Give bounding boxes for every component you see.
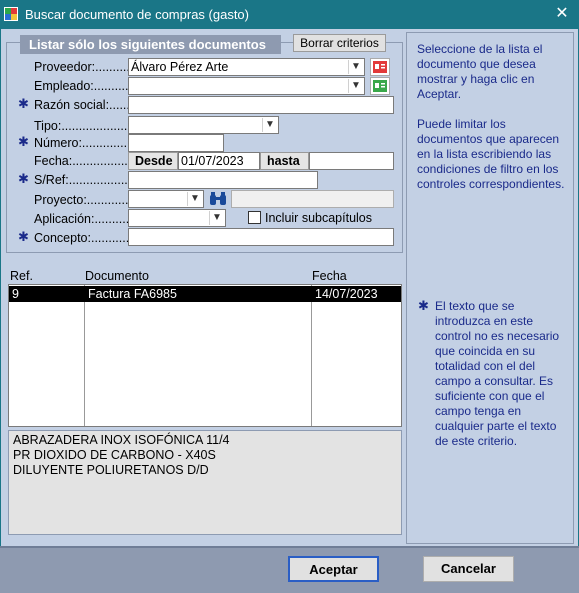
help-text-partial-match: El texto que se introduzca en este contr… — [435, 299, 560, 448]
app-icon — [4, 7, 18, 21]
chevron-down-icon[interactable]: ▼ — [262, 118, 277, 132]
proyecto-label: Proyecto:.................. — [34, 193, 128, 207]
empleado-label: Empleado:............. — [34, 79, 128, 93]
help-text-select: Seleccione de la lista el documento que … — [417, 42, 543, 101]
empleado-combo[interactable]: ▼ — [128, 77, 365, 95]
row-fecha: 14/07/2023 — [315, 287, 378, 301]
column-header-documento[interactable]: Documento — [85, 269, 149, 284]
include-subchapters-checkbox[interactable] — [248, 211, 261, 224]
title-bar: Buscar documento de compras (gasto) ✕ — [0, 0, 579, 29]
row-documento: Factura FA6985 — [88, 287, 177, 301]
contact-card-icon — [373, 80, 387, 92]
clear-criteria-button[interactable]: Borrar criterios — [293, 34, 386, 52]
table-row[interactable]: 9 Factura FA6985 14/07/2023 — [9, 286, 401, 302]
close-button[interactable]: ✕ — [549, 2, 575, 26]
proveedor-card-button[interactable] — [370, 58, 390, 76]
aplicacion-combo[interactable]: ▼ — [128, 209, 226, 227]
fecha-desde-tag: Desde — [128, 152, 178, 170]
proyecto-description — [231, 190, 394, 208]
razon-social-input[interactable] — [128, 96, 394, 114]
column-header-ref[interactable]: Ref. — [10, 269, 33, 284]
required-marker-icon: ✱ — [418, 298, 429, 313]
binoculars-icon — [210, 192, 226, 205]
accept-button[interactable]: Aceptar — [288, 556, 379, 582]
detail-line: PR DIOXIDO DE CARBONO - X40S — [13, 448, 216, 462]
help-panel — [406, 32, 574, 544]
row-ref: 9 — [12, 287, 19, 301]
chevron-down-icon[interactable]: ▼ — [348, 79, 363, 93]
detail-line: ABRAZADERA INOX ISOFÓNICA 11/4 — [13, 433, 230, 447]
contact-card-icon — [373, 61, 387, 73]
razon-social-label: Razón social:......... — [34, 98, 128, 112]
numero-label: Número:............... — [34, 136, 128, 150]
proveedor-value: Álvaro Pérez Arte — [131, 60, 229, 74]
column-header-fecha[interactable]: Fecha — [312, 269, 347, 284]
help-text-filter: Puede limitar los documentos que aparece… — [417, 117, 565, 191]
column-divider — [84, 285, 85, 426]
filter-legend: Listar sólo los siguientes documentos — [20, 35, 281, 54]
concepto-label: Concepto:............. — [34, 231, 128, 245]
include-subchapters-label[interactable]: Incluir subcapítulos — [265, 211, 372, 226]
proveedor-combo[interactable]: Álvaro Pérez Arte ▼ — [128, 58, 365, 76]
numero-input[interactable] — [128, 134, 224, 152]
sref-label: S/Ref:...................... — [34, 173, 128, 187]
chevron-down-icon[interactable]: ▼ — [209, 211, 224, 225]
proyecto-combo[interactable]: ▼ — [128, 190, 204, 208]
fecha-label: Fecha:...................... — [34, 154, 128, 168]
tipo-label: Tipo:......................... — [34, 119, 128, 133]
documents-list[interactable]: 9 Factura FA6985 14/07/2023 — [8, 284, 402, 427]
fecha-hasta-tag: hasta — [260, 152, 309, 170]
fecha-hasta-input[interactable] — [309, 152, 394, 170]
cancel-button[interactable]: Cancelar — [423, 556, 514, 582]
detail-line: DILUYENTE POLIURETANOS D/D — [13, 463, 209, 477]
document-details: ABRAZADERA INOX ISOFÓNICA 11/4 PR DIOXID… — [8, 430, 402, 535]
empleado-card-button[interactable] — [370, 77, 390, 95]
binoculars-button[interactable] — [207, 190, 229, 208]
chevron-down-icon[interactable]: ▼ — [348, 60, 363, 74]
required-marker-icon: ✱ — [18, 134, 29, 149]
required-marker-icon: ✱ — [18, 96, 29, 111]
aplicacion-label: Aplicación:.............. — [34, 212, 128, 226]
fecha-desde-input[interactable]: 01/07/2023 — [178, 152, 260, 170]
proveedor-label: Proveedor:........... — [34, 60, 128, 74]
window-title: Buscar documento de compras (gasto) — [25, 7, 249, 22]
sref-input[interactable] — [128, 171, 318, 189]
tipo-combo[interactable]: ▼ — [128, 116, 279, 134]
required-marker-icon: ✱ — [18, 171, 29, 186]
chevron-down-icon[interactable]: ▼ — [187, 192, 202, 206]
required-marker-icon: ✱ — [18, 229, 29, 244]
concepto-input[interactable] — [128, 228, 394, 246]
column-divider — [311, 285, 312, 426]
